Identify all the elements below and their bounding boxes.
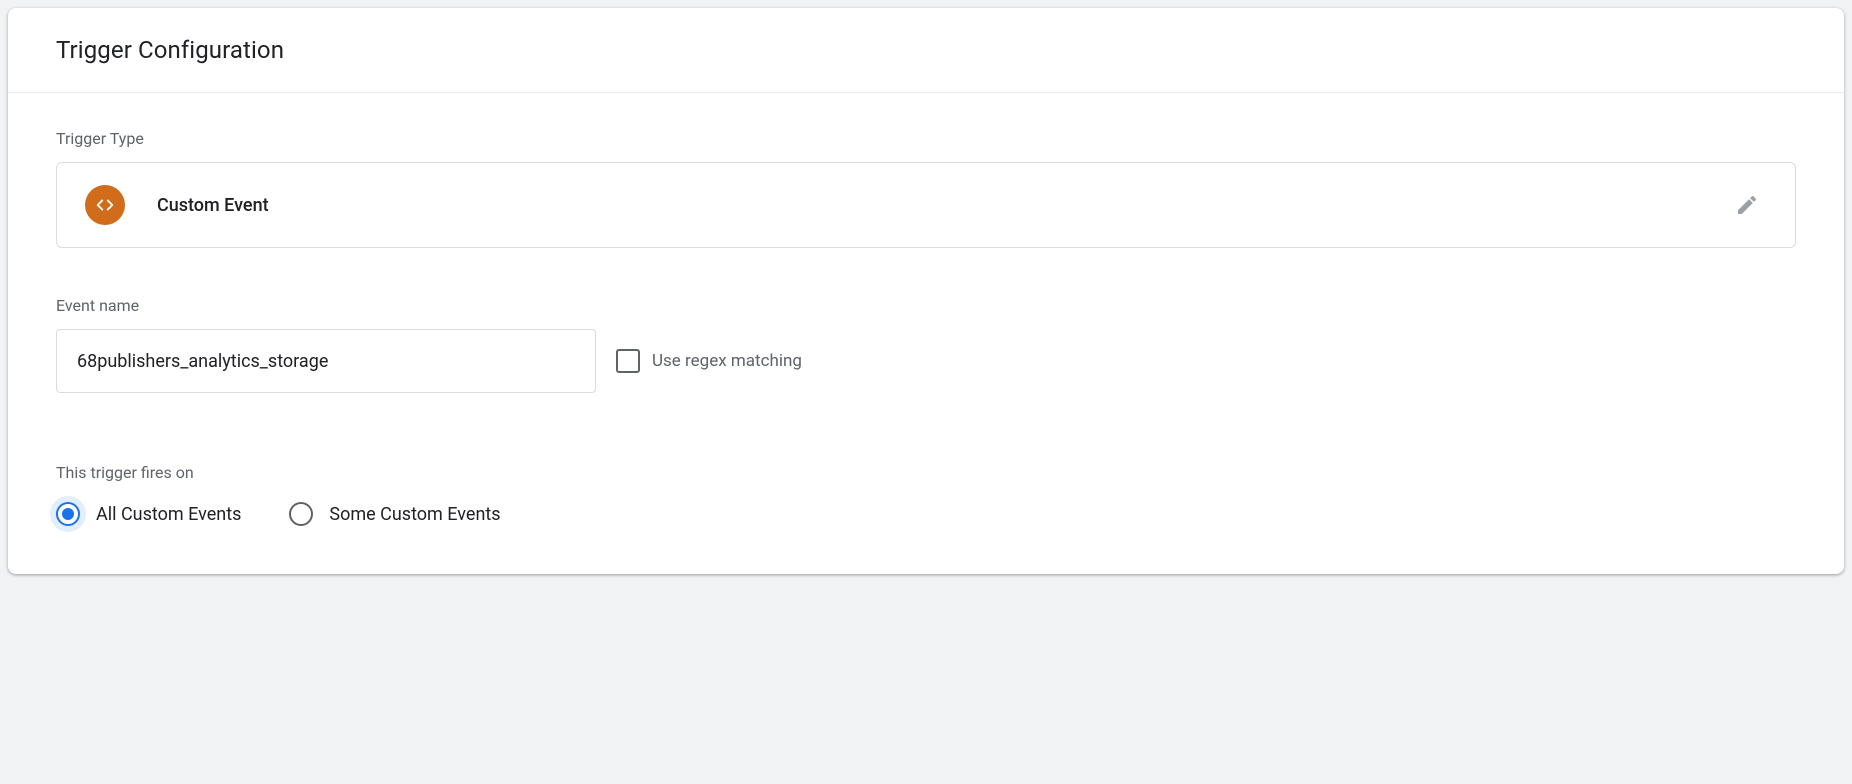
radio-button-selected[interactable]	[56, 502, 80, 526]
regex-checkbox[interactable]	[616, 349, 640, 373]
fires-on-options: All Custom Events Some Custom Events	[56, 502, 1796, 526]
event-name-label: Event name	[56, 296, 1796, 315]
event-name-input[interactable]	[56, 329, 596, 393]
radio-all-label: All Custom Events	[96, 504, 241, 525]
trigger-type-label: Trigger Type	[56, 129, 1796, 148]
event-name-row: Use regex matching	[56, 329, 1796, 393]
trigger-type-name: Custom Event	[157, 195, 269, 216]
code-icon	[85, 185, 125, 225]
radio-button-unselected[interactable]	[289, 502, 313, 526]
regex-checkbox-label: Use regex matching	[652, 351, 802, 371]
pencil-icon	[1735, 193, 1759, 217]
card-header: Trigger Configuration	[8, 8, 1844, 93]
radio-all-custom-events[interactable]: All Custom Events	[56, 502, 241, 526]
trigger-type-section: Trigger Type Custom Event	[56, 129, 1796, 248]
regex-checkbox-wrap[interactable]: Use regex matching	[616, 349, 802, 373]
radio-some-label: Some Custom Events	[329, 504, 500, 525]
trigger-type-selector[interactable]: Custom Event	[56, 162, 1796, 248]
fires-on-section: This trigger fires on All Custom Events …	[56, 463, 1796, 526]
event-name-section: Event name Use regex matching	[56, 296, 1796, 393]
trigger-type-info: Custom Event	[85, 185, 269, 225]
fires-on-label: This trigger fires on	[56, 463, 1796, 482]
card-title: Trigger Configuration	[56, 36, 1796, 64]
radio-some-custom-events[interactable]: Some Custom Events	[289, 502, 500, 526]
trigger-configuration-card: Trigger Configuration Trigger Type Custo…	[8, 8, 1844, 574]
card-body: Trigger Type Custom Event	[8, 93, 1844, 574]
edit-trigger-type-button[interactable]	[1727, 185, 1767, 225]
